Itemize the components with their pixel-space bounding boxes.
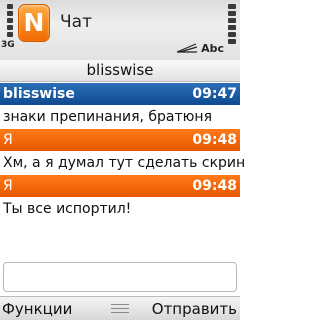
input-indicators: Abc [176, 42, 224, 55]
message-header: Я 09:48 [0, 175, 240, 197]
app-icon-letter: N [23, 8, 45, 37]
input-mode-label: Abc [201, 42, 224, 55]
message-sender: Я [3, 132, 13, 148]
message-text: Хм, а я думал тут сделать скрин [3, 155, 246, 171]
options-softkey[interactable]: Функции [2, 300, 72, 318]
message-sender: Я [3, 178, 13, 194]
message-time: 09:48 [192, 178, 237, 194]
contact-name: blisswise [86, 61, 154, 79]
pencil-icon [176, 43, 198, 53]
app-icon: N [18, 4, 50, 42]
message-time: 09:48 [192, 132, 237, 148]
send-softkey[interactable]: Отправить [152, 300, 237, 318]
menu-icon[interactable] [111, 304, 129, 314]
contact-header: blisswise [0, 60, 240, 82]
message-text: Ты все испортил! [3, 201, 132, 217]
message-time: 09:47 [192, 86, 237, 102]
status-bar: 3G N Чат Abc [0, 0, 240, 60]
battery-icon [227, 2, 237, 58]
message-header: blisswise 09:47 [0, 83, 240, 105]
message-input[interactable] [3, 262, 237, 292]
message-sender: blisswise [3, 86, 75, 102]
page-title: Чат [60, 12, 92, 32]
network-type-label: 3G [1, 40, 15, 50]
message-header: Я 09:48 [0, 129, 240, 151]
message-text: знаки препинания, братюня [3, 109, 213, 125]
softkey-bar: Функции Отправить [0, 296, 240, 320]
